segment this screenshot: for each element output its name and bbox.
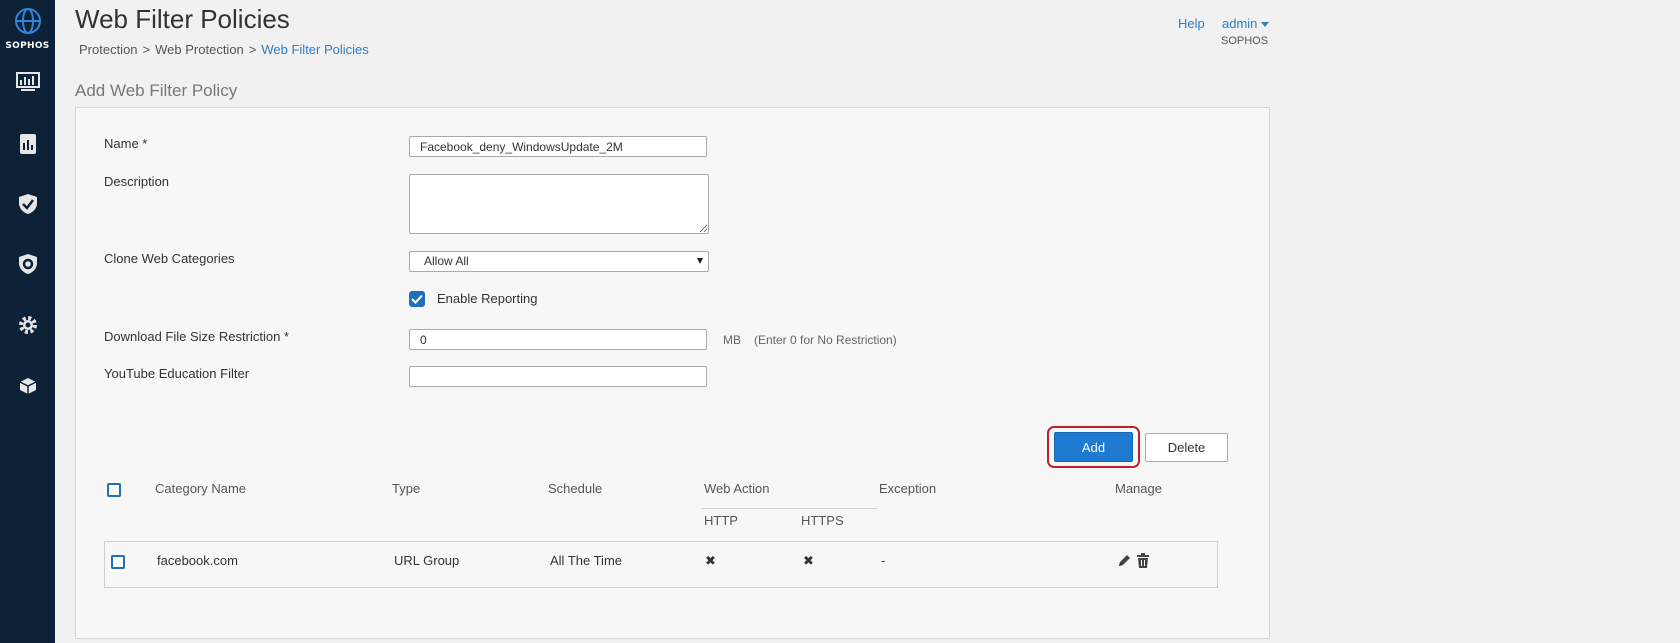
- sidebar: SOPHOS: [0, 0, 55, 643]
- table-row: [104, 541, 1218, 588]
- monitor-icon: [16, 72, 40, 91]
- shield-check-icon: [19, 194, 37, 214]
- row-exception: -: [881, 553, 886, 568]
- breadcrumb-separator: >: [248, 42, 257, 57]
- breadcrumb-web-protection[interactable]: Web Protection: [155, 42, 244, 57]
- row-schedule: All The Time: [550, 553, 623, 568]
- download-size-label: Download File Size Restriction *: [104, 329, 289, 344]
- page-title: Web Filter Policies: [75, 4, 290, 34]
- sidebar-item-configure[interactable]: [15, 312, 41, 338]
- download-size-unit: MB: [723, 333, 741, 347]
- column-web-action: Web Action: [704, 481, 770, 496]
- name-label: Name *: [104, 136, 148, 151]
- download-size-hint: (Enter 0 for No Restriction): [754, 333, 897, 347]
- name-input[interactable]: [409, 136, 707, 157]
- add-button[interactable]: Add: [1054, 432, 1133, 462]
- breadcrumb-current: Web Filter Policies: [261, 42, 369, 57]
- brand-name: SOPHOS: [5, 41, 50, 51]
- sophos-logo[interactable]: SOPHOS: [0, 6, 55, 51]
- help-link[interactable]: Help: [1178, 16, 1205, 31]
- breadcrumb-protection[interactable]: Protection: [79, 42, 138, 57]
- sidebar-item-system[interactable]: [15, 373, 41, 399]
- caret-down-icon: [1261, 22, 1270, 28]
- delete-button[interactable]: Delete: [1145, 433, 1228, 462]
- checkmark-icon: [411, 294, 423, 304]
- column-exception: Exception: [879, 481, 937, 496]
- clone-web-categories-label: Clone Web Categories: [104, 251, 235, 266]
- admin-user-menu[interactable]: admin: [1222, 16, 1270, 31]
- select-all-checkbox[interactable]: [107, 483, 121, 497]
- sidebar-item-security[interactable]: [15, 251, 41, 277]
- breadcrumb-separator: >: [142, 42, 151, 57]
- report-icon: [20, 134, 36, 154]
- row-checkbox[interactable]: [111, 555, 125, 569]
- globe-icon: [14, 8, 41, 34]
- sidebar-item-monitor[interactable]: [15, 69, 41, 95]
- sidebar-item-reports[interactable]: [15, 131, 41, 157]
- pencil-icon: [1119, 555, 1130, 566]
- trash-icon: [1137, 553, 1149, 568]
- clone-selected-value: Allow All: [424, 254, 469, 268]
- https-deny-icon: ✖: [803, 554, 814, 569]
- organization-name: SOPHOS: [1221, 35, 1269, 47]
- row-type: URL Group: [394, 553, 460, 568]
- download-size-input[interactable]: [409, 329, 707, 350]
- gear-icon: [19, 316, 37, 334]
- edit-pencil-icon[interactable]: [1117, 553, 1132, 569]
- youtube-filter-input[interactable]: [409, 366, 707, 387]
- admin-username: admin: [1222, 16, 1258, 31]
- web-action-divider: [701, 508, 877, 509]
- youtube-filter-label: YouTube Education Filter: [104, 366, 250, 381]
- box-icon: [19, 378, 37, 394]
- section-title: Add Web Filter Policy: [75, 81, 238, 100]
- column-type: Type: [392, 481, 421, 496]
- column-schedule: Schedule: [548, 481, 603, 496]
- delete-trash-icon[interactable]: [1136, 553, 1151, 569]
- column-http: HTTP: [704, 513, 738, 528]
- column-manage: Manage: [1115, 481, 1162, 496]
- dropdown-arrow-icon: [697, 258, 703, 264]
- http-deny-icon: ✖: [705, 554, 716, 569]
- shield-gear-icon: [19, 254, 37, 274]
- sidebar-item-protection[interactable]: [15, 191, 41, 217]
- column-category-name: Category Name: [155, 481, 247, 496]
- enable-reporting-label: Enable Reporting: [437, 291, 538, 306]
- description-textarea[interactable]: [409, 174, 709, 234]
- row-category-name: facebook.com: [157, 553, 238, 568]
- breadcrumb: Protection > Web Protection > Web Filter Pol…: [79, 42, 369, 57]
- enable-reporting-checkbox[interactable]: [409, 291, 425, 307]
- column-https: HTTPS: [801, 513, 844, 528]
- description-label: Description: [104, 174, 170, 189]
- clone-web-categories-select[interactable]: Allow All: [409, 251, 709, 272]
